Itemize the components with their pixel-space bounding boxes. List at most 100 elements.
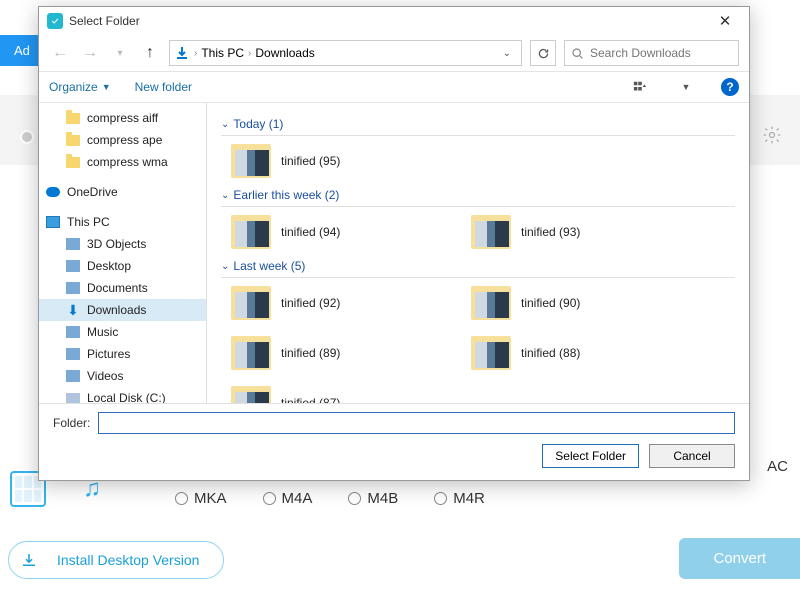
breadcrumb-root[interactable]: This PC (201, 46, 244, 60)
folder-icon (65, 110, 81, 126)
refresh-button[interactable] (530, 40, 556, 66)
search-icon (571, 47, 584, 60)
folder-item-label: tinified (93) (521, 225, 580, 239)
radio-icon (263, 492, 276, 505)
chevron-down-icon: ▼ (102, 82, 111, 92)
tree-item-downloads[interactable]: ⬇ Downloads (39, 299, 206, 321)
tree-item-label: This PC (67, 215, 110, 229)
search-input[interactable] (590, 46, 732, 60)
generic-icon (65, 236, 81, 252)
tree-item-label: Documents (87, 281, 148, 295)
settings-gear-icon[interactable] (762, 125, 782, 145)
tree-item-this-pc[interactable]: This PC (39, 211, 206, 233)
toolbar-row: Organize ▼ New folder ▼ ? (39, 71, 749, 103)
install-desktop-button[interactable]: Install Desktop Version (8, 541, 224, 579)
group-header[interactable]: ⌄Earlier this week (2) (221, 188, 735, 202)
format-option-m4a[interactable]: M4A (263, 490, 313, 507)
group-title: Today (1) (233, 117, 283, 131)
format-label: M4R (453, 490, 485, 507)
tree-item-videos[interactable]: Videos (39, 365, 206, 387)
folder-icon (471, 215, 511, 249)
folder-item[interactable]: tinified (93) (471, 211, 671, 253)
format-option-mka[interactable]: MKA (175, 490, 227, 507)
organize-menu[interactable]: Organize ▼ (49, 80, 111, 94)
select-folder-button[interactable]: Select Folder (542, 444, 639, 468)
radio-icon (348, 492, 361, 505)
group-title: Earlier this week (2) (233, 188, 339, 202)
folder-tree[interactable]: compress aiff compress ape compress wma One… (39, 103, 207, 403)
app-icon (47, 13, 63, 29)
tree-item-compress-wma[interactable]: compress wma (39, 151, 206, 173)
help-icon[interactable]: ? (721, 78, 739, 96)
breadcrumb[interactable]: › This PC › Downloads ⌄ (169, 40, 522, 66)
view-options-button[interactable] (629, 76, 651, 98)
tree-item-label: Downloads (87, 303, 146, 317)
nav-recent-dropdown-icon[interactable]: ▾ (109, 42, 131, 64)
tree-item-pictures[interactable]: Pictures (39, 343, 206, 365)
group-header[interactable]: ⌄ Today (1) (221, 117, 735, 131)
disk-icon (65, 390, 81, 403)
tree-item-desktop[interactable]: Desktop (39, 255, 206, 277)
folder-item[interactable]: tinified (89) (231, 332, 431, 374)
group-header[interactable]: ⌄Last week (5) (221, 259, 735, 273)
breadcrumb-dropdown-icon[interactable]: ⌄ (497, 48, 517, 59)
generic-icon (65, 258, 81, 274)
folder-label: Folder: (53, 416, 90, 430)
tree-item-label: Local Disk (C:) (87, 391, 166, 403)
folder-item[interactable]: tinified (87) (231, 382, 431, 403)
folder-item[interactable]: tinified (95) (231, 140, 431, 182)
chevron-down-icon: ⌄ (221, 119, 229, 130)
folder-icon (231, 215, 271, 249)
cancel-button[interactable]: Cancel (649, 444, 735, 468)
format-label: M4A (282, 490, 313, 507)
format-ac-label: AC (767, 458, 788, 475)
folder-content[interactable]: ⌄ Today (1) tinified (95) ⌄Earlier this wee… (207, 103, 749, 403)
folder-item-label: tinified (94) (281, 225, 340, 239)
tree-item-onedrive[interactable]: OneDrive (39, 181, 206, 203)
folder-icon (231, 386, 271, 403)
organize-label: Organize (49, 80, 98, 94)
folder-item[interactable]: tinified (94) (231, 211, 431, 253)
nav-forward-icon[interactable]: → (79, 42, 101, 64)
folder-item[interactable]: tinified (88) (471, 332, 671, 374)
tree-item-label: compress aiff (87, 111, 158, 125)
download-icon: ⬇ (65, 302, 81, 318)
tree-item-compress-aiff[interactable]: compress aiff (39, 107, 206, 129)
format-option-m4b[interactable]: M4B (348, 490, 398, 507)
generic-icon (65, 368, 81, 384)
folder-icon (471, 286, 511, 320)
tree-item-label: Desktop (87, 259, 131, 273)
view-dropdown-icon[interactable]: ▼ (675, 76, 697, 98)
tree-item-documents[interactable]: Documents (39, 277, 206, 299)
new-folder-button[interactable]: New folder (135, 80, 192, 94)
folder-item[interactable]: tinified (90) (471, 282, 671, 324)
folder-name-input[interactable] (98, 412, 735, 434)
tree-item-label: Music (87, 325, 118, 339)
folder-item[interactable]: tinified (92) (231, 282, 431, 324)
nav-up-icon[interactable]: ↑ (139, 42, 161, 64)
tree-item-label: compress ape (87, 133, 162, 147)
format-label: MKA (194, 490, 227, 507)
tree-item-3d-objects[interactable]: 3D Objects (39, 233, 206, 255)
dialog-main: compress aiff compress ape compress wma One… (39, 103, 749, 403)
nav-back-icon[interactable]: ← (49, 42, 71, 64)
breadcrumb-current[interactable]: Downloads (255, 46, 314, 60)
tree-item-compress-ape[interactable]: compress ape (39, 129, 206, 151)
radio-icon (175, 492, 188, 505)
search-box[interactable] (564, 40, 739, 66)
convert-button[interactable]: Convert (679, 538, 800, 579)
tree-item-music[interactable]: Music (39, 321, 206, 343)
download-arrow-icon (174, 45, 190, 61)
format-radio-group: MKA M4A M4B M4R (175, 490, 485, 507)
tree-item-label: OneDrive (67, 185, 118, 199)
download-icon (19, 550, 39, 570)
folder-item-label: tinified (90) (521, 296, 580, 310)
close-button[interactable]: ✕ (709, 9, 741, 33)
tree-item-local-disk-c-[interactable]: Local Disk (C:) (39, 387, 206, 403)
folder-item-label: tinified (95) (281, 154, 340, 168)
radio-icon (434, 492, 447, 505)
folder-item-label: tinified (87) (281, 396, 340, 403)
chevron-right-icon: › (194, 48, 197, 59)
pc-icon (45, 214, 61, 230)
format-option-m4r[interactable]: M4R (434, 490, 485, 507)
